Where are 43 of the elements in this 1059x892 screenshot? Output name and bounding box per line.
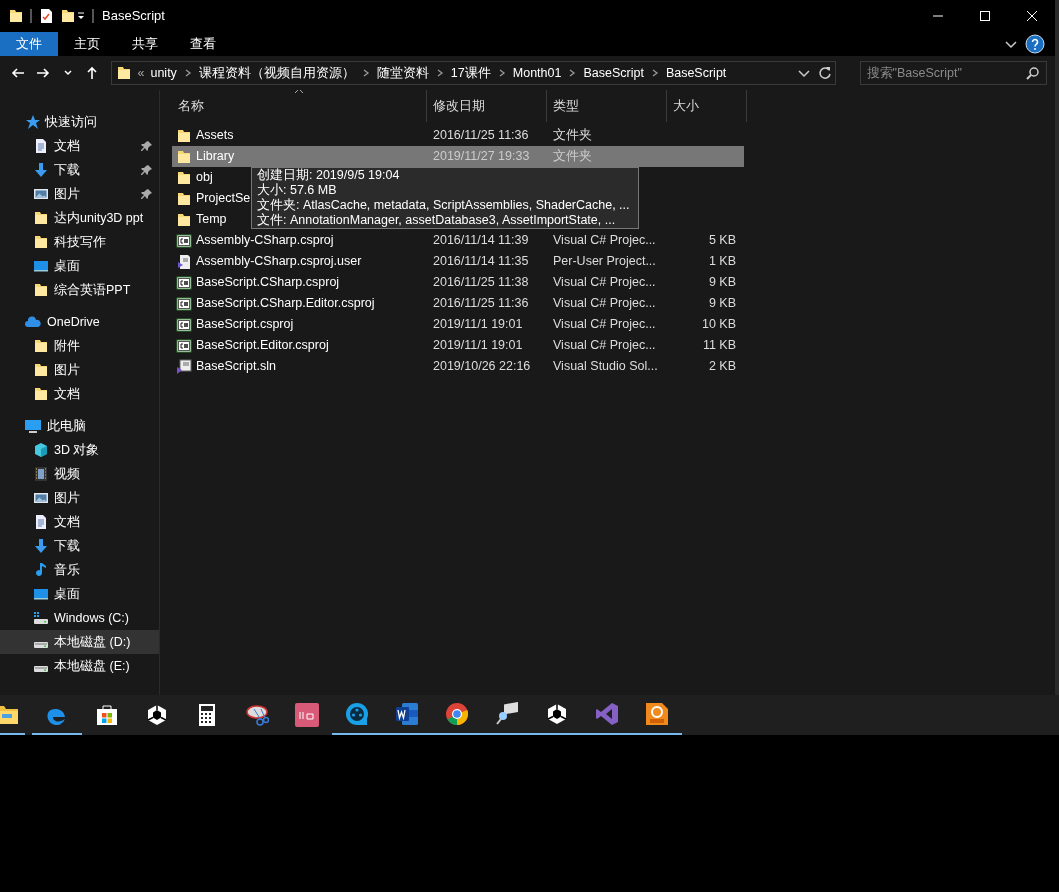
file-name: BaseScript.CSharp.csproj	[196, 274, 340, 292]
file-name: BaseScript.sln	[196, 358, 276, 376]
file-type: 文件夹	[553, 128, 592, 143]
file-name: BaseScript.Editor.csproj	[196, 337, 329, 355]
file-type: Visual C# Projec...	[553, 275, 656, 290]
file-name: ProjectSe	[196, 190, 251, 208]
file-name: Assets	[196, 127, 234, 145]
file-name: obj	[196, 169, 213, 187]
file-size: 2 KB	[708, 359, 736, 374]
overflow-chevron: «	[137, 64, 145, 82]
modified-date: 2019/10/26 22:16	[433, 359, 531, 374]
file-size: 1 KB	[708, 254, 736, 269]
tooltip-line: 文件: AnnotationManager, assetDatabase3, AssetImportState, ...	[257, 213, 617, 228]
file-type: Visual Studio Sol...	[553, 359, 658, 374]
file-size: 9 KB	[708, 296, 736, 311]
window-title: BaseScript	[102, 7, 165, 26]
modified-date: 2016/11/25 11:38	[433, 275, 529, 290]
file-name: BaseScript.csproj	[196, 316, 294, 334]
modified-date: 2019/11/1 19:01	[433, 338, 523, 353]
modified-date: 2016/11/14 11:39	[433, 233, 529, 248]
modified-date: 2016/11/25 11:36	[433, 296, 529, 311]
modified-date: 2016/11/14 11:35	[433, 254, 529, 269]
file-type: Per-User Project...	[553, 254, 656, 269]
modified-date: 2019/11/27 19:33	[433, 149, 530, 164]
modified-date: 2019/11/1 19:01	[433, 317, 523, 332]
file-name: Assembly-CSharp.csproj.user	[196, 253, 362, 271]
tooltip-line: 创建日期: 2019/9/5 19:04	[257, 168, 401, 183]
tooltip-line: 大小: 57.6 MB	[257, 183, 338, 198]
file-size: 10 KB	[701, 317, 736, 332]
file-size: 11 KB	[702, 338, 736, 353]
modified-date: 2016/11/25 11:36	[433, 128, 529, 143]
file-name: BaseScript.CSharp.Editor.csproj	[196, 295, 375, 313]
file-type: Visual C# Projec...	[553, 296, 656, 311]
file-type: 文件夹	[553, 149, 592, 164]
file-size: 9 KB	[708, 275, 736, 290]
tooltip-line: 文件夹: AtlasCache, metadata, ScriptAssemblies, ShaderCache, ...	[257, 198, 631, 213]
file-type: Visual C# Projec...	[553, 317, 656, 332]
file-name: Temp	[196, 211, 227, 229]
file-name: Assembly-CSharp.csproj	[196, 232, 334, 250]
file-type: Visual C# Projec...	[553, 338, 656, 353]
file-size: 5 KB	[708, 233, 736, 248]
file-type: Visual C# Projec...	[553, 233, 656, 248]
file-name: Library	[196, 148, 235, 166]
